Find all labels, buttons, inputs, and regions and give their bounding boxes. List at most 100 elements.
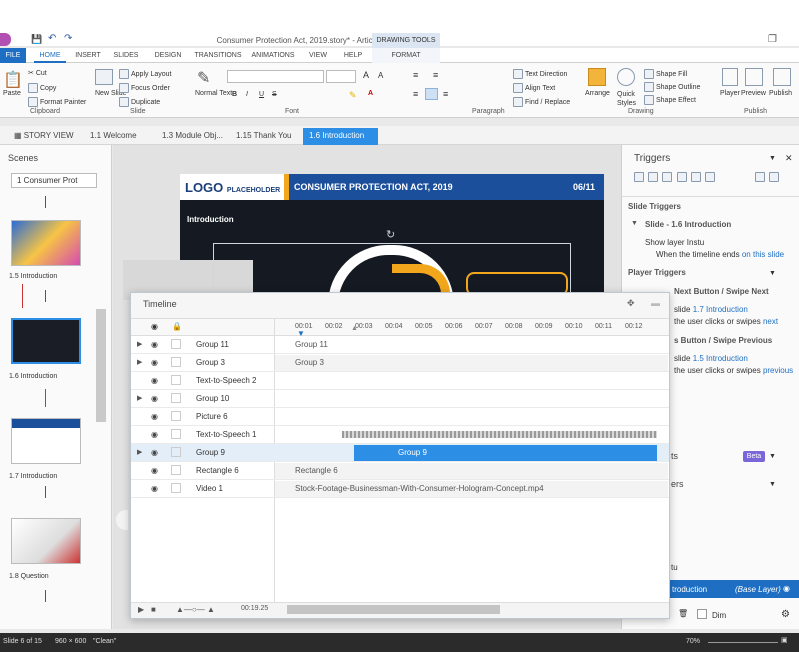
preview-button[interactable]: Preview	[741, 90, 766, 97]
base-layer-eye-icon[interactable]: ◉	[783, 584, 790, 593]
eye-icon[interactable]: ◉	[151, 376, 158, 385]
eye-icon[interactable]: ◉	[151, 484, 158, 493]
lock-checkbox[interactable]	[171, 429, 181, 439]
timeline-bar[interactable]: Group 3	[275, 355, 668, 371]
tab-animations[interactable]: ANIMATIONS	[248, 48, 298, 63]
paste-trigger-icon[interactable]	[676, 172, 687, 182]
eye-icon[interactable]: ◉	[151, 394, 158, 403]
slide-trigger-expand-icon[interactable]: ▼	[631, 220, 638, 227]
shape-effect-button[interactable]: Shape Effect	[644, 95, 696, 105]
rotate-handle-icon[interactable]: ↻	[386, 228, 395, 241]
quick-styles-button[interactable]: Quick Styles	[617, 90, 641, 108]
align-center-icon[interactable]	[425, 88, 438, 100]
apply-layout-button[interactable]: Apply Layout	[119, 69, 171, 79]
shrink-font-icon[interactable]: A	[378, 71, 383, 80]
trigger-show-layer[interactable]: Show layer Instu	[645, 238, 704, 247]
highlight-icon[interactable]: ✎	[349, 90, 357, 101]
lock-checkbox[interactable]	[171, 465, 181, 475]
publish-button[interactable]: Publish	[769, 90, 792, 97]
tab-slides[interactable]: SLIDES	[110, 48, 142, 63]
zoom-slider[interactable]: ▲—○— ▲	[176, 605, 215, 614]
audio-waveform[interactable]	[342, 431, 657, 438]
align-right-icon[interactable]: ≡	[443, 89, 448, 99]
variables-icon[interactable]	[755, 172, 765, 182]
align-text-button[interactable]: Align Text	[513, 83, 555, 93]
selection-box[interactable]	[213, 243, 571, 295]
numbering-icon[interactable]: ≡	[433, 70, 438, 80]
paste-button[interactable]: Paste	[3, 90, 21, 97]
timeline-bar[interactable]: Rectangle 6	[275, 463, 668, 479]
copy-button[interactable]: Copy	[28, 83, 56, 93]
timeline-bar[interactable]: Group 11	[275, 337, 668, 353]
new-slide-icon[interactable]	[95, 69, 113, 85]
lock-checkbox[interactable]	[171, 483, 181, 493]
timeline-bar[interactable]: Stock-Footage-Businessman-With-Consumer-…	[275, 481, 668, 497]
timeline-row[interactable]: ◉ Video 1 Stock-Footage-Businessman-With…	[131, 480, 669, 498]
grow-font-icon[interactable]: A	[363, 70, 369, 80]
thumb-1-5[interactable]	[11, 220, 81, 266]
expand-icon[interactable]: ▶	[137, 448, 142, 456]
arrange-button[interactable]: Arrange	[585, 90, 610, 97]
timeline-row[interactable]: ▶ ◉ Group 3 Group 3	[131, 354, 669, 372]
lock-checkbox[interactable]	[171, 375, 181, 385]
thumb-1-7[interactable]	[11, 418, 81, 464]
strikethrough-button[interactable]: S	[272, 91, 277, 98]
timeline-horizontal-scrollbar[interactable]	[287, 605, 500, 614]
scenes-scrollbar[interactable]	[96, 309, 106, 422]
lock-checkbox[interactable]	[171, 411, 181, 421]
eye-icon[interactable]: ◉	[151, 412, 158, 421]
timeline-bar[interactable]: Group 9	[354, 445, 657, 461]
focus-order-button[interactable]: Focus Order	[119, 83, 170, 93]
edit-trigger-icon[interactable]	[648, 172, 659, 182]
play-icon[interactable]: ▶	[138, 605, 144, 614]
bullets-icon[interactable]: ≡	[413, 70, 418, 80]
player-triggers-expand-icon[interactable]: ▼	[769, 270, 776, 277]
lock-checkbox[interactable]	[171, 393, 181, 403]
eye-icon[interactable]: ◉	[151, 466, 158, 475]
eye-icon[interactable]: ◉	[151, 358, 158, 367]
copy-trigger-icon[interactable]	[662, 172, 673, 182]
tab-home[interactable]: HOME	[34, 48, 66, 63]
tab-1-15-thank-you[interactable]: 1.15 Thank You	[236, 128, 291, 145]
dim-checkbox[interactable]	[697, 609, 707, 619]
player-trigger-next-action[interactable]: slide 1.7 Introduction	[674, 305, 748, 314]
thumb-1-8[interactable]	[11, 518, 81, 564]
tab-1-3-module[interactable]: 1.3 Module Obj...	[162, 128, 223, 145]
font-color-icon[interactable]: A	[368, 90, 373, 97]
eye-icon[interactable]: ◉	[151, 430, 158, 439]
timeline-row[interactable]: ▶ ◉ Group 11 Group 11	[131, 336, 669, 354]
lock-checkbox[interactable]	[171, 339, 181, 349]
tab-view[interactable]: VIEW	[304, 48, 332, 63]
stop-icon[interactable]: ■	[151, 605, 156, 614]
shape-fill-button[interactable]: Shape Fill	[644, 69, 687, 79]
delete-layer-icon[interactable]: 🗑	[678, 609, 688, 618]
expand-icon[interactable]	[769, 172, 780, 182]
eye-icon[interactable]: ◉	[151, 448, 158, 457]
tab-1-1-welcome[interactable]: 1.1 Welcome	[90, 128, 137, 145]
tab-format[interactable]: FORMAT	[372, 48, 440, 63]
layer-instu[interactable]: tu	[671, 563, 678, 572]
tab-insert[interactable]: INSERT	[72, 48, 104, 63]
lock-checkbox[interactable]	[171, 357, 181, 367]
bold-button[interactable]: B	[232, 91, 237, 98]
layers-menu-icon[interactable]: ▼	[769, 481, 776, 488]
align-left-icon[interactable]: ≡	[413, 89, 418, 99]
font-size-dropdown[interactable]	[326, 70, 356, 83]
layer-settings-gear-icon[interactable]: ⚙	[781, 609, 790, 620]
delete-trigger-icon[interactable]	[690, 172, 701, 182]
italic-button[interactable]: I	[246, 91, 248, 98]
tab-help[interactable]: HELP	[338, 48, 368, 63]
thumb-1-6[interactable]	[11, 318, 81, 364]
timeline-row[interactable]: ◉ Text-to-Speech 2	[131, 372, 669, 390]
timeline-row[interactable]: ◉ Rectangle 6 Rectangle 6	[131, 462, 669, 480]
triggers-menu-icon[interactable]: ▼	[769, 155, 776, 162]
timeline-pin-icon[interactable]: ✥	[627, 298, 635, 309]
timeline-row-selected[interactable]: ▶ ◉ Group 9 Group 9	[131, 444, 669, 462]
lock-checkbox[interactable]	[171, 447, 181, 457]
move-trigger-icon[interactable]	[705, 172, 716, 182]
scene-dropdown[interactable]: 1 Consumer Prot	[11, 173, 97, 188]
restore-icon[interactable]: ❐	[768, 34, 777, 45]
expand-icon[interactable]: ▶	[137, 394, 142, 402]
tab-story-view[interactable]: ▦ STORY VIEW	[14, 128, 74, 145]
tab-design[interactable]: DESIGN	[150, 48, 186, 63]
